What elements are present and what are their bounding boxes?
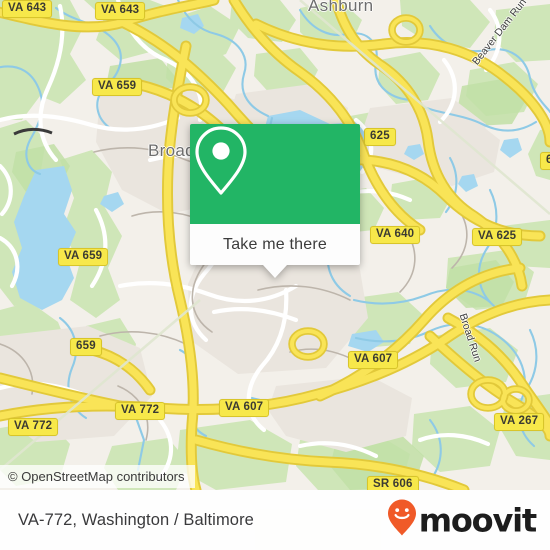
road-shield[interactable]: VA 267 [494, 413, 545, 431]
place-label-ashburn: Ashburn [308, 0, 374, 15]
page-title: VA-772, Washington / Baltimore [18, 510, 254, 529]
road-shield[interactable]: VA 625 [472, 228, 523, 246]
take-me-there-button[interactable]: Take me there [190, 224, 360, 265]
road-shield[interactable]: VA 659 [92, 78, 143, 96]
road-shield[interactable]: VA 643 [95, 2, 146, 20]
road-shield[interactable]: VA 659 [58, 248, 109, 266]
popup-body [190, 124, 360, 224]
road-shield[interactable]: VA 772 [8, 418, 59, 436]
road-shield[interactable]: VA 607 [348, 351, 399, 369]
moovit-smiley-pin-icon [387, 499, 417, 542]
moovit-wordmark: moovit [418, 501, 537, 539]
road-shield[interactable]: 625 [364, 128, 396, 146]
popup-pointer [263, 265, 287, 278]
road-shield[interactable]: 625 [540, 152, 550, 170]
map-canvas[interactable]: Ashburn Broadl Beaver Dam Run Broad Run … [0, 0, 550, 490]
road-shield[interactable]: SR 606 [367, 476, 419, 490]
moovit-logo[interactable]: moovit [387, 499, 537, 542]
road-shield[interactable]: VA 640 [370, 226, 421, 244]
road-shield[interactable]: VA 607 [219, 399, 270, 417]
osm-attribution[interactable]: © OpenStreetMap contributors [0, 465, 195, 488]
location-popup[interactable]: Take me there [190, 124, 360, 278]
map-screenshot: Ashburn Broadl Beaver Dam Run Broad Run … [0, 0, 550, 550]
road-shield[interactable]: 659 [70, 338, 102, 356]
footer-bar: VA-772, Washington / Baltimore moovit [0, 490, 550, 550]
road-shield[interactable]: VA 772 [115, 402, 166, 420]
road-shield[interactable]: VA 643 [2, 0, 53, 18]
